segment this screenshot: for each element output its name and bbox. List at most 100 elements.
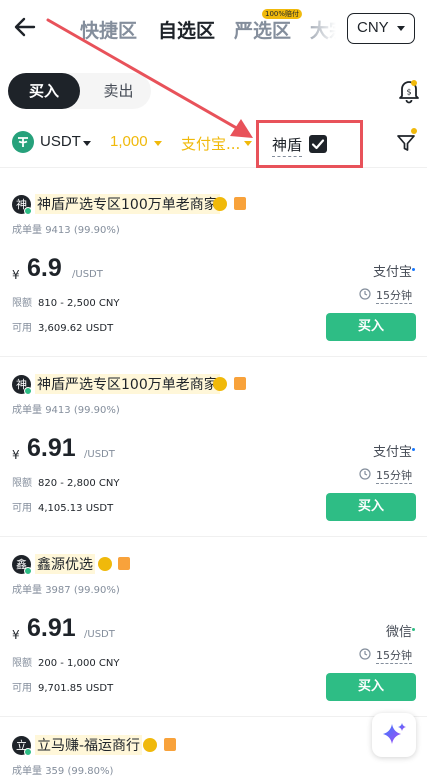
price: 6.91 [27, 434, 76, 462]
payment-chevron-icon [244, 141, 252, 146]
asset-select[interactable]: USDT [40, 133, 81, 150]
currency-symbol: ¥ [12, 448, 20, 462]
payment-dot [412, 268, 415, 271]
filter-funnel-icon[interactable] [396, 133, 416, 153]
available-label: 可用 [12, 503, 32, 514]
currency-symbol: ¥ [12, 628, 20, 642]
limit-label: 限额 [12, 478, 32, 489]
available-row: 可用 4,105.13 USDT [12, 499, 113, 514]
orders-value: 9413 (99.90%) [45, 405, 120, 416]
top-nav: 快捷区 自选区 严选区 100%赔付 大宗 CNY [0, 0, 427, 58]
available-row: 可用 9,701.85 USDT [12, 679, 113, 694]
online-indicator [24, 748, 32, 756]
price-unit: /USDT [84, 449, 115, 460]
merchant-badge-icon [234, 377, 246, 390]
ai-assistant-button[interactable] [372, 713, 416, 757]
orders-value: 359 (99.80%) [45, 766, 114, 777]
orders-value: 3987 (99.90%) [45, 585, 120, 596]
payment-method: 微信 [385, 625, 412, 640]
orders-label: 成单量 [12, 766, 42, 777]
sell-toggle-button[interactable]: 卖出 [86, 73, 151, 109]
sparkle-icon [383, 723, 406, 744]
payment-time: 15分钟 [376, 289, 412, 304]
usdt-token-icon[interactable] [12, 131, 34, 153]
tab-custom[interactable]: 自选区 [158, 16, 215, 43]
shield-filter-checkbox[interactable] [309, 135, 327, 153]
tab-selected[interactable]: 严选区 [234, 16, 291, 43]
order-stats: 成单量 9413 (99.90%) [12, 401, 120, 416]
svg-text:$: $ [406, 88, 411, 97]
currency-select[interactable]: CNY [347, 13, 415, 44]
limit-label: 限额 [12, 658, 32, 669]
tab-quick[interactable]: 快捷区 [80, 16, 137, 43]
clock-icon [359, 468, 371, 480]
order-stats: 成单量 359 (99.80%) [12, 762, 113, 777]
available-value: 9,701.85 USDT [38, 683, 114, 694]
clock-icon [359, 648, 371, 660]
verified-badge-icon [213, 377, 227, 391]
limit-value: 200 - 1,000 CNY [38, 658, 120, 669]
clock-icon [359, 288, 371, 300]
ad-card: 立 立马赚-福运商行 成单量 359 (99.80%) [0, 735, 427, 781]
currency-symbol: ¥ [12, 268, 20, 282]
available-value: 3,609.62 USDT [38, 323, 114, 334]
limit-row: 限额 810 - 2,500 CNY [12, 294, 119, 309]
verified-badge-icon [143, 738, 157, 752]
trade-toggle: 买入 卖出 [8, 73, 151, 109]
merchant-badge-icon [164, 738, 176, 751]
merchant-name[interactable]: 神盾严选专区100万单老商家 [35, 194, 220, 214]
merchant-badge-icon [234, 197, 246, 210]
ad-card: 鑫 鑫源优选 成单量 3987 (99.90%) ¥ 6.91 /USDT 限额… [0, 554, 427, 735]
orders-label: 成单量 [12, 405, 42, 416]
buy-button[interactable]: 买入 [326, 673, 416, 701]
payment-method: 支付宝 [372, 445, 412, 460]
orders-value: 9413 (99.90%) [45, 225, 120, 236]
notification-bell-icon[interactable]: $ [396, 78, 422, 104]
verified-badge-icon [98, 557, 112, 571]
price: 6.91 [27, 614, 76, 642]
orders-label: 成单量 [12, 585, 42, 596]
limit-value: 810 - 2,500 CNY [38, 298, 120, 309]
online-indicator [24, 207, 32, 215]
price-unit: /USDT [72, 269, 103, 280]
ad-card: 神 神盾严选专区100万单老商家 成单量 9413 (99.90%) ¥ 6.9… [0, 194, 427, 375]
order-stats: 成单量 3987 (99.90%) [12, 581, 120, 596]
divider [0, 536, 427, 537]
merchant-name[interactable]: 神盾严选专区100万单老商家 [35, 374, 220, 394]
merchant-name[interactable]: 鑫源优选 [35, 554, 95, 574]
available-label: 可用 [12, 323, 32, 334]
online-indicator [24, 387, 32, 395]
available-label: 可用 [12, 683, 32, 694]
tab-fade [300, 8, 348, 52]
payment-dot [412, 448, 415, 451]
checkmark-icon [311, 139, 325, 150]
available-row: 可用 3,609.62 USDT [12, 319, 113, 334]
payment-filter[interactable]: 支付宝... [181, 133, 240, 154]
asset-chevron-icon [83, 141, 91, 146]
payment-method: 支付宝 [372, 265, 412, 280]
order-stats: 成单量 9413 (99.90%) [12, 221, 120, 236]
buy-toggle-button[interactable]: 买入 [8, 73, 80, 109]
currency-value: CNY [357, 19, 389, 36]
back-arrow-icon[interactable] [12, 14, 38, 40]
limit-value: 820 - 2,800 CNY [38, 478, 120, 489]
filter-dot [411, 128, 417, 134]
limit-row: 限额 820 - 2,800 CNY [12, 474, 119, 489]
ad-card: 神 神盾严选专区100万单老商家 成单量 9413 (99.90%) ¥ 6.9… [0, 374, 427, 555]
buy-button[interactable]: 买入 [326, 493, 416, 521]
chevron-down-icon [397, 26, 405, 31]
divider [0, 716, 427, 717]
orders-label: 成单量 [12, 225, 42, 236]
verified-badge-icon [213, 197, 227, 211]
buy-button[interactable]: 买入 [326, 313, 416, 341]
price: 6.9 [27, 254, 62, 282]
online-indicator [24, 567, 32, 575]
limit-row: 限额 200 - 1,000 CNY [12, 654, 119, 669]
merchant-name[interactable]: 立马赚-福运商行 [35, 735, 143, 755]
limit-label: 限额 [12, 298, 32, 309]
payment-dot [412, 628, 415, 631]
amount-filter[interactable]: 1,000 [110, 133, 148, 150]
tab-selected-badge: 100%赔付 [262, 9, 303, 19]
divider [0, 356, 427, 357]
shield-filter-label[interactable]: 神盾 [272, 134, 303, 157]
